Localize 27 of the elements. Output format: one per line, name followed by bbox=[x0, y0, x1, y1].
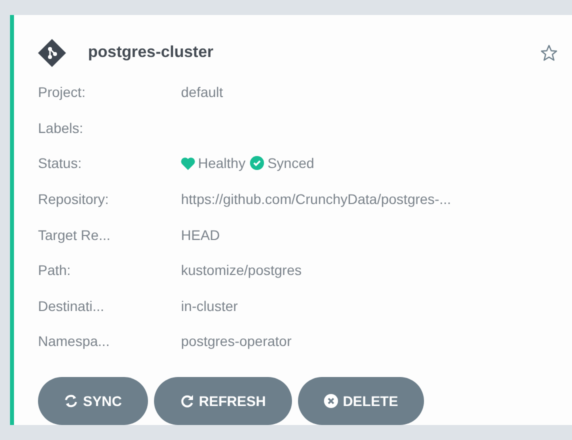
refresh-button[interactable]: REFRESH bbox=[154, 377, 292, 426]
field-label: Target Re... bbox=[38, 226, 112, 243]
delete-icon bbox=[324, 394, 338, 408]
field-label: Status: bbox=[38, 155, 83, 172]
field-label: Namespa... bbox=[38, 333, 111, 350]
status-text: Synced bbox=[250, 155, 314, 172]
field-value: default bbox=[181, 84, 224, 100]
sync-icon bbox=[64, 394, 78, 408]
field-value: in-cluster bbox=[181, 298, 238, 314]
sync-button[interactable]: SYNC bbox=[38, 377, 148, 426]
app-title: postgres-cluster bbox=[88, 44, 214, 62]
field-label: Project: bbox=[38, 84, 86, 100]
status-text: Healthy bbox=[181, 155, 246, 172]
field-value: kustomize/postgres bbox=[181, 262, 302, 278]
field-label: Destinati... bbox=[38, 298, 106, 314]
field-value: postgres-operator bbox=[181, 333, 292, 350]
field-value: https://github.com/CrunchyData/postgres-... bbox=[181, 190, 452, 207]
field-value: HEAD bbox=[181, 226, 220, 243]
star-icon[interactable] bbox=[540, 44, 558, 62]
field-label: Path: bbox=[38, 262, 72, 278]
heart-icon bbox=[181, 156, 195, 170]
git-diamond-icon bbox=[38, 38, 66, 67]
field-label: Labels: bbox=[38, 120, 84, 136]
delete-button[interactable]: DELETE bbox=[298, 377, 424, 426]
field-label: Repository: bbox=[38, 190, 110, 207]
refresh-icon bbox=[180, 394, 194, 408]
check-circle-icon bbox=[250, 156, 264, 170]
